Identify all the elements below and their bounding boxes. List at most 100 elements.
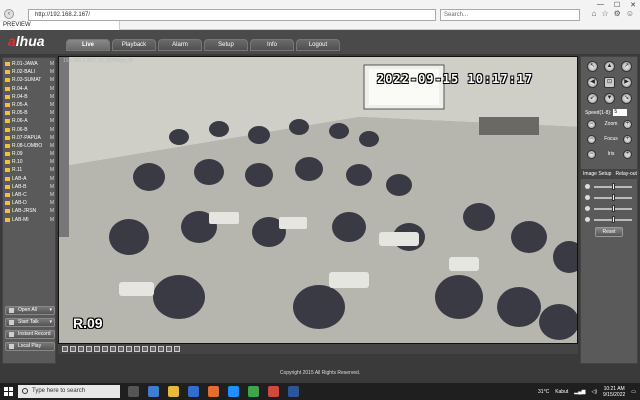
stream-marker[interactable]: M [50, 134, 54, 142]
ptz-down-icon[interactable]: ▼ [604, 93, 615, 104]
stream-marker[interactable]: M [50, 126, 54, 134]
layout-16-icon[interactable] [86, 346, 92, 352]
dropdown-icon[interactable]: ▾ [49, 307, 52, 314]
hue-slider[interactable] [585, 216, 635, 224]
audio-icon[interactable] [126, 346, 132, 352]
channel-item[interactable]: R.08-LOMBO M [4, 142, 56, 150]
stream-marker[interactable]: M [50, 68, 54, 76]
stream-marker[interactable]: M [50, 191, 54, 199]
stream-marker[interactable]: M [50, 60, 54, 68]
stream-marker[interactable]: M [50, 117, 54, 125]
settings-icon[interactable]: ⚙ [614, 9, 621, 18]
channel-item[interactable]: LAB-JRSN M [4, 207, 56, 215]
stream-marker[interactable]: M [50, 76, 54, 84]
tab-image-setup[interactable]: Image Setup [583, 171, 611, 177]
tab-playback[interactable]: Playback [112, 39, 156, 51]
stream-marker[interactable]: M [50, 158, 54, 166]
maximize-icon[interactable]: ☐ [614, 1, 620, 9]
slider-thumb[interactable] [611, 216, 615, 223]
app-icon[interactable] [268, 386, 279, 397]
volume-icon[interactable]: ◁) [592, 389, 598, 395]
file-explorer-icon[interactable] [168, 386, 179, 397]
zoom-icon[interactable] [118, 346, 124, 352]
tab-info[interactable]: Info [250, 39, 294, 51]
live-video[interactable]: 192.168.2.167_12_957Kbps_M 2022-09-15 10… [58, 56, 578, 344]
stream-icon[interactable] [134, 346, 140, 352]
close-video-icon[interactable] [142, 346, 148, 352]
scale-icon[interactable] [150, 346, 156, 352]
contrast-slider[interactable] [585, 194, 635, 202]
instant-record-button[interactable]: Instant Record [5, 330, 55, 339]
tab-alarm[interactable]: Alarm [158, 39, 202, 51]
close-icon[interactable]: ✕ [630, 1, 636, 9]
focus-minus-icon[interactable]: − [587, 135, 596, 144]
fullscreen-icon[interactable] [94, 346, 100, 352]
ptz-down-right-icon[interactable]: ↘ [621, 93, 632, 104]
task-view-icon[interactable] [128, 386, 139, 397]
start-talk-button[interactable]: Start Talk ▾ [5, 318, 55, 327]
stream-marker[interactable]: M [50, 183, 54, 191]
layout-4-icon[interactable] [70, 346, 76, 352]
ptz-up-right-icon[interactable]: ↗ [621, 61, 632, 72]
ptz-3d-icon[interactable]: ⊡ [604, 77, 615, 88]
stream-marker[interactable]: M [50, 109, 54, 117]
stream-marker[interactable]: M [50, 166, 54, 174]
channel-item[interactable]: R.06-A M [4, 117, 56, 125]
ptz-up-left-icon[interactable]: ↖ [587, 61, 598, 72]
channel-item[interactable]: R.05-B M [4, 109, 56, 117]
layout-1-icon[interactable] [62, 346, 68, 352]
slider-thumb[interactable] [611, 194, 615, 201]
stream-marker[interactable]: M [50, 207, 54, 215]
windows-start-icon[interactable] [4, 387, 13, 396]
speed-select[interactable]: 5 [613, 109, 628, 116]
stream-marker[interactable]: M [50, 175, 54, 183]
ptz-down-left-icon[interactable]: ↙ [587, 93, 598, 104]
brightness-slider[interactable] [585, 183, 635, 191]
channel-item[interactable]: LAB-A M [4, 175, 56, 183]
edge-icon[interactable] [148, 386, 159, 397]
channel-item[interactable]: R.03-SUMAT M [4, 76, 56, 84]
slider-thumb[interactable] [611, 183, 615, 190]
channel-item[interactable]: R.10 M [4, 158, 56, 166]
sync-icon[interactable] [166, 346, 172, 352]
channel-item[interactable]: R.09 M [4, 150, 56, 158]
channel-item[interactable]: R.01-JAWA M [4, 60, 56, 68]
word-icon[interactable] [288, 386, 299, 397]
weather-text[interactable]: Kabut [555, 389, 568, 395]
layout-9-icon[interactable] [78, 346, 84, 352]
focus-plus-icon[interactable]: + [623, 135, 632, 144]
stream-marker[interactable]: M [50, 85, 54, 93]
iris-plus-icon[interactable]: + [623, 150, 632, 159]
ptz-up-icon[interactable]: ▲ [604, 61, 615, 72]
ptz-right-icon[interactable]: ▶ [621, 77, 632, 88]
ptz-left-icon[interactable]: ◀ [587, 77, 598, 88]
channel-item[interactable]: R.05-A M [4, 101, 56, 109]
zoom-in-icon[interactable]: + [623, 120, 632, 129]
store-icon[interactable] [188, 386, 199, 397]
stream-marker[interactable]: M [50, 101, 54, 109]
open-all-button[interactable]: Open All ▾ [5, 306, 55, 315]
smiley-icon[interactable]: ☺ [626, 9, 634, 18]
channel-item[interactable]: R.11 M [4, 166, 56, 174]
channel-item[interactable]: R.06-B M [4, 126, 56, 134]
stream-marker[interactable]: M [50, 93, 54, 101]
taskbar-search-input[interactable]: Type here to search [18, 385, 120, 398]
firefox-icon[interactable] [208, 386, 219, 397]
browser-tab[interactable]: PREVIEW [0, 21, 120, 30]
reset-button[interactable]: Reset [595, 227, 623, 237]
slider-thumb[interactable] [611, 205, 615, 212]
channel-item[interactable]: LAB-C M [4, 191, 56, 199]
sound-icon[interactable] [174, 346, 180, 352]
channel-item[interactable]: LAB-MI M [4, 216, 56, 224]
iris-minus-icon[interactable]: − [587, 150, 596, 159]
home-icon[interactable]: ⌂ [592, 9, 597, 18]
tab-live[interactable]: Live [66, 39, 110, 51]
stream-marker[interactable]: M [50, 199, 54, 207]
channel-item[interactable]: LAB-D M [4, 199, 56, 207]
zoom-out-icon[interactable]: − [587, 120, 596, 129]
address-bar[interactable]: http://192.168.2.167/ [28, 9, 436, 21]
browser-search-input[interactable]: Search... [440, 9, 580, 21]
tab-relay-out[interactable]: Relay-out [616, 171, 637, 177]
stream-marker[interactable]: M [50, 216, 54, 224]
clock[interactable]: 10:21 AM 9/15/2022 [603, 386, 625, 398]
